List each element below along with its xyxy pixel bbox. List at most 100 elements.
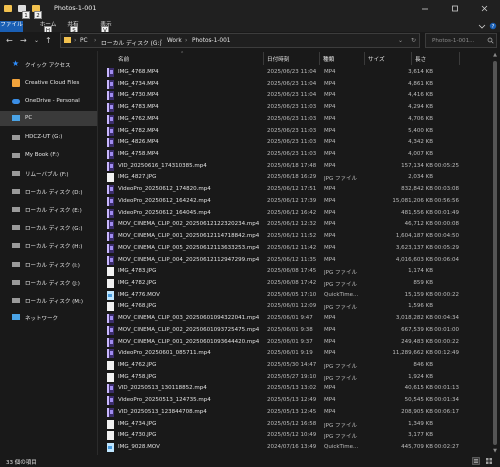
breadcrumb-work[interactable]: Work bbox=[167, 38, 182, 44]
file-row[interactable]: IMG_4776.MOV 2025/06/05 17:10 QuickTime...… bbox=[100, 290, 488, 301]
file-date: 2025/05/12 10:49 bbox=[267, 432, 317, 439]
sidebar-item-local-j[interactable]: ローカル ディスク (J:) bbox=[0, 275, 97, 290]
quicktime-file-icon bbox=[107, 443, 114, 453]
up-icon[interactable]: ↑ bbox=[45, 37, 52, 45]
sidebar-item-removable[interactable]: リムーバブル (F:) bbox=[0, 166, 97, 181]
details-view-icon[interactable] bbox=[472, 457, 480, 465]
sidebar-item-local-d[interactable]: ローカル ディスク (D:) bbox=[0, 184, 97, 199]
file-row[interactable]: IMG_4782.MP4 2025/06/23 11:03 MP4 5,400 KB bbox=[100, 126, 488, 137]
minimize-icon[interactable] bbox=[420, 5, 430, 13]
column-divider[interactable] bbox=[364, 52, 365, 65]
folder-icon bbox=[64, 37, 71, 43]
file-row[interactable]: VID_20250513_123844708.mp4 2025/05/13 12:… bbox=[100, 407, 488, 418]
sidebar-item-local-e[interactable]: ローカル ディスク (E:) bbox=[0, 202, 97, 217]
file-name: VID_20250616_174310385.mp4 bbox=[118, 162, 207, 169]
help-icon[interactable]: ? bbox=[489, 22, 497, 30]
file-row[interactable]: IMG_4734.MP4 2025/06/23 11:04 MP4 4,861 KB bbox=[100, 79, 488, 90]
file-type: JPG ファイル bbox=[324, 305, 357, 312]
close-icon[interactable] bbox=[480, 5, 490, 13]
column-header-type[interactable]: 種類 bbox=[323, 55, 334, 63]
sidebar-item-local-h[interactable]: ローカル ディスク (H:) bbox=[0, 238, 97, 253]
column-divider[interactable] bbox=[459, 52, 460, 65]
file-date: 2025/06/18 17:48 bbox=[267, 162, 317, 169]
vertical-scrollbar[interactable]: ▲ ▼ bbox=[491, 51, 499, 455]
file-row[interactable]: IMG_4782.JPG 2025/06/08 17:42 JPG ファイル 859 … bbox=[100, 278, 488, 289]
sidebar-item-label: ローカル ディスク (D:) bbox=[25, 190, 83, 196]
column-divider[interactable] bbox=[411, 52, 412, 65]
file-type: MP4 bbox=[324, 221, 336, 228]
drive-icon bbox=[12, 207, 20, 212]
file-row[interactable]: IMG_4758.JPG 2025/05/27 19:10 JPG ファイル 1,92… bbox=[100, 372, 488, 383]
maximize-icon[interactable] bbox=[450, 5, 460, 13]
file-row[interactable]: MOV_CINEMA_CLIP_004_20250612112947299.mp… bbox=[100, 255, 488, 266]
chevron-down-icon[interactable]: ⌄ bbox=[398, 37, 403, 44]
breadcrumb-pc[interactable]: PC bbox=[80, 38, 88, 44]
column-header-size[interactable]: サイズ bbox=[368, 55, 385, 63]
file-type: MP4 bbox=[324, 408, 336, 415]
file-row[interactable]: MOV_CINEMA_CLIP_003_20250601094322041.mp… bbox=[100, 313, 488, 324]
file-type: JPG ファイル bbox=[324, 375, 357, 382]
file-length: 00:01:13 bbox=[434, 385, 459, 392]
file-row[interactable]: IMG_4758.MP4 2025/06/23 11:03 MP4 4,007 KB bbox=[100, 149, 488, 160]
column-header-name[interactable]: 名前 bbox=[118, 55, 129, 63]
video-file-icon bbox=[107, 79, 114, 89]
breadcrumb-drive[interactable]: ローカル ディスク (G:) bbox=[101, 38, 162, 47]
file-row[interactable]: VID_20250513_130118852.mp4 2025/05/13 13:… bbox=[100, 383, 488, 394]
title-bar: 1 2 Photos-1-001 bbox=[0, 0, 500, 21]
column-divider[interactable] bbox=[319, 52, 320, 65]
file-name: IMG_4730.JPG bbox=[118, 432, 157, 439]
file-row[interactable]: VideoPro_20250513_124735.mp4 2025/05/13 1… bbox=[100, 395, 488, 406]
file-row[interactable]: IMG_4827.JPG 2025/06/18 16:29 JPG ファイル 2,03… bbox=[100, 172, 488, 183]
column-header-length[interactable]: 長さ bbox=[415, 55, 426, 63]
sidebar-item-network[interactable]: ネットワーク bbox=[0, 310, 97, 325]
column-header-date[interactable]: 日付時刻 bbox=[267, 55, 289, 63]
file-size: 1,349 KB bbox=[408, 420, 433, 427]
expand-ribbon-icon[interactable] bbox=[478, 23, 486, 30]
tab-file[interactable]: ファイル bbox=[0, 21, 23, 32]
sidebar-item-my-book[interactable]: My Book (F:) bbox=[0, 148, 97, 163]
back-icon[interactable]: ← bbox=[6, 37, 13, 45]
file-row[interactable]: IMG_4783.MP4 2025/06/23 11:03 MP4 4,294 KB bbox=[100, 102, 488, 113]
sidebar-item-local-m[interactable]: ローカル ディスク (M:) bbox=[0, 293, 97, 308]
file-row[interactable]: VideoPro_20250612_164045.mp4 2025/06/12 1… bbox=[100, 208, 488, 219]
file-row[interactable]: IMG_4762.MP4 2025/06/23 11:03 MP4 4,706 KB bbox=[100, 114, 488, 125]
file-row[interactable]: VideoPro_20250612_174820.mp4 2025/06/12 1… bbox=[100, 184, 488, 195]
refresh-icon[interactable]: ↻ bbox=[411, 37, 416, 44]
video-file-icon bbox=[107, 103, 114, 113]
sidebar-item-creative-cloud[interactable]: Creative Cloud Files bbox=[0, 76, 97, 91]
sidebar-item-local-i[interactable]: ローカル ディスク (I:) bbox=[0, 257, 97, 272]
file-row[interactable]: MOV_CINEMA_CLIP_002_20250612122320234.mp… bbox=[100, 219, 488, 230]
file-row[interactable]: VideoPro_20250601_085711.mp4 2025/06/01 9… bbox=[100, 348, 488, 359]
sidebar-item-quick-access[interactable]: ★ クイック アクセス bbox=[0, 57, 97, 72]
large-icons-view-icon[interactable] bbox=[485, 457, 493, 465]
file-row[interactable]: IMG_4768.JPG 2025/06/01 12:09 JPG ファイル 1,59… bbox=[100, 301, 488, 312]
file-row[interactable]: MOV_CINEMA_CLIP_001_20250601093644420.mp… bbox=[100, 337, 488, 348]
file-row[interactable]: VID_20250616_174310385.mp4 2025/06/18 17:… bbox=[100, 161, 488, 172]
file-row[interactable]: MOV_CINEMA_CLIP_002_20250601093725475.mp… bbox=[100, 325, 488, 336]
file-row[interactable]: IMG_4730.MP4 2025/06/23 11:04 MP4 4,416 KB bbox=[100, 90, 488, 101]
file-row[interactable]: VideoPro_20250612_164242.mp4 2025/06/12 1… bbox=[100, 196, 488, 207]
file-row[interactable]: IMG_9028.MOV 2024/07/16 13:49 QuickTime...… bbox=[100, 442, 488, 453]
sidebar-item-label: ネットワーク bbox=[25, 316, 59, 322]
file-row[interactable]: IMG_4768.MP4 2025/06/23 11:04 MP4 3,614 KB bbox=[100, 67, 488, 78]
sidebar-item-hdcz-ut[interactable]: HDCZ-UT (G:) bbox=[0, 130, 97, 145]
file-row[interactable]: MOV_CINEMA_CLIP_005_20250612113633253.mp… bbox=[100, 243, 488, 254]
scroll-up-icon[interactable]: ▲ bbox=[492, 52, 498, 58]
scroll-down-icon[interactable]: ▼ bbox=[492, 448, 498, 454]
recent-dropdown-icon[interactable]: ⌄ bbox=[34, 37, 39, 45]
file-row[interactable]: IMG_4734.JPG 2025/05/12 16:58 JPG ファイル 1,34… bbox=[100, 419, 488, 430]
sidebar-item-pc[interactable]: PC bbox=[0, 111, 97, 126]
file-length: 00:04:50 bbox=[434, 233, 459, 240]
column-divider[interactable] bbox=[263, 52, 264, 65]
file-row[interactable]: IMG_4783.JPG 2025/06/08 17:45 JPG ファイル 1,17… bbox=[100, 266, 488, 277]
sidebar-item-local-g[interactable]: ローカル ディスク (G:) bbox=[0, 220, 97, 235]
scroll-thumb[interactable] bbox=[493, 61, 497, 445]
sidebar-item-onedrive[interactable]: OneDrive - Personal bbox=[0, 94, 97, 109]
forward-icon[interactable]: → bbox=[20, 37, 27, 45]
file-row[interactable]: IMG_4762.JPG 2025/05/30 14:47 JPG ファイル 846 … bbox=[100, 360, 488, 371]
file-row[interactable]: IMG_4730.JPG 2025/05/12 10:49 JPG ファイル 3,17… bbox=[100, 430, 488, 441]
video-file-icon bbox=[107, 232, 114, 242]
file-row[interactable]: MOV_CINEMA_CLIP_001_20250612114718842.mp… bbox=[100, 231, 488, 242]
file-row[interactable]: IMG_4826.MP4 2025/06/23 11:03 MP4 4,342 KB bbox=[100, 137, 488, 148]
breadcrumb-folder[interactable]: Photos-1-001 bbox=[192, 38, 231, 44]
